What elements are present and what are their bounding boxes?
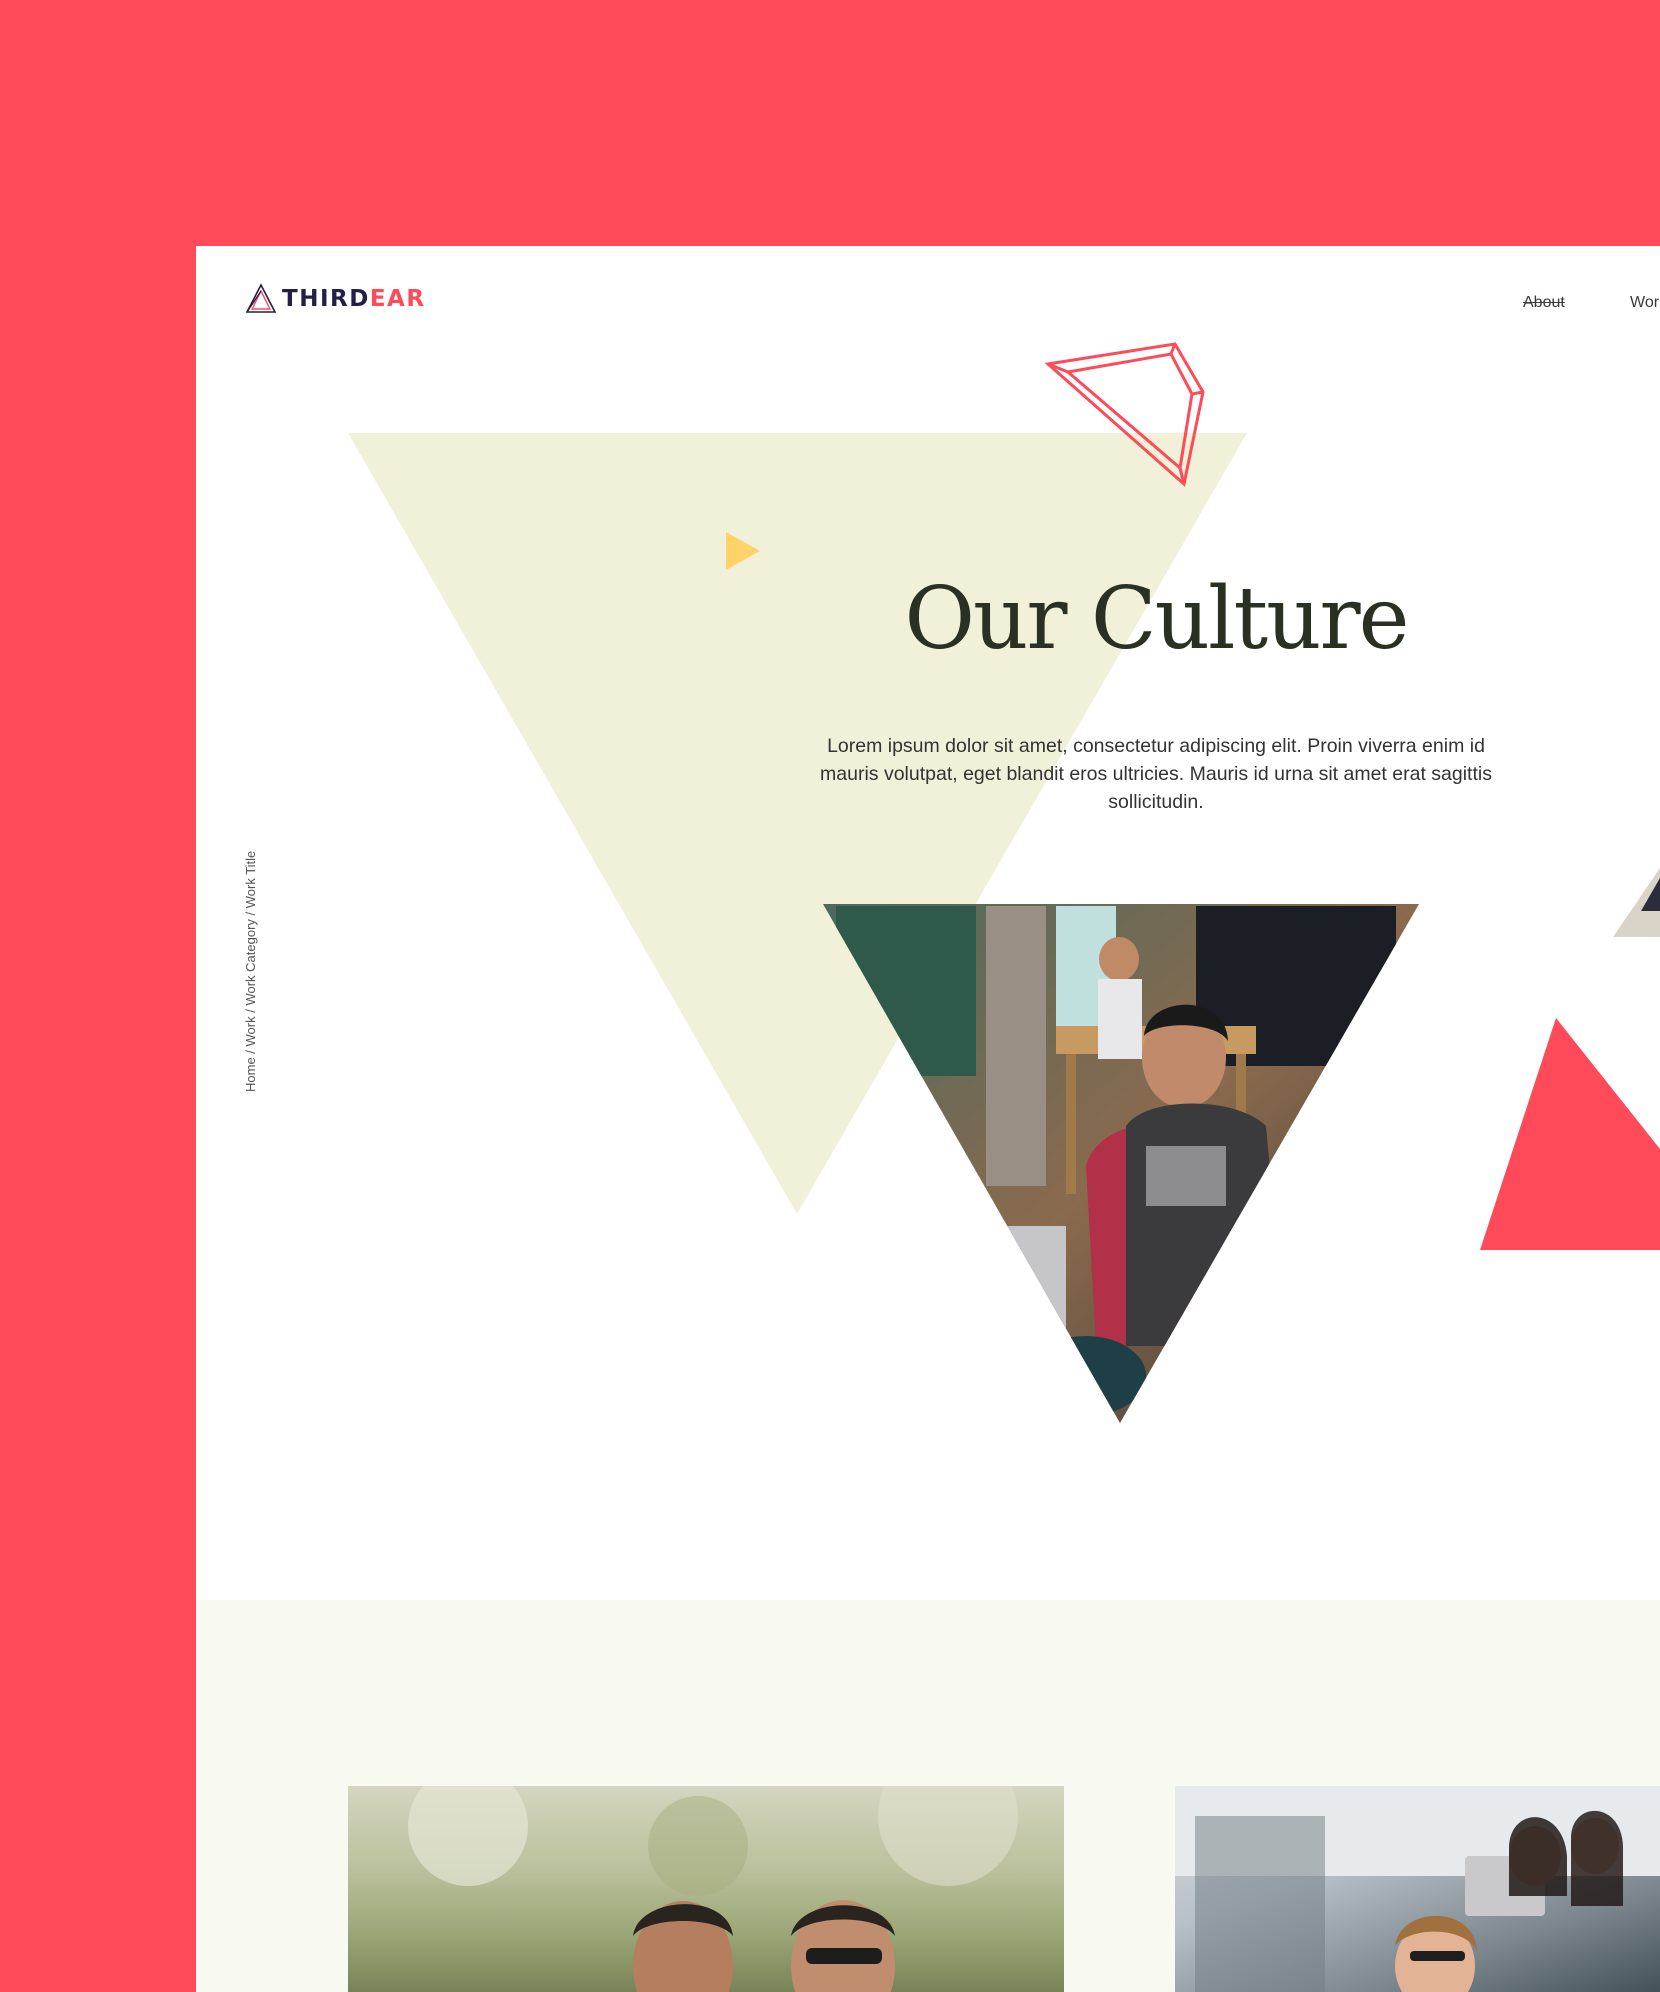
decorative-shapes: [348, 342, 1660, 1423]
culture-photo: [823, 904, 1419, 1423]
page-title: Our Culture: [904, 569, 1410, 669]
team-photo-office: [1175, 1786, 1660, 1992]
coral-triangle: [1480, 1018, 1660, 1250]
hero-description: Lorem ipsum dolor sit amet, consectetur …: [820, 734, 1492, 813]
team-photo-outdoor: [348, 1786, 1064, 1992]
website-page: THIRDEAR About Wor Home / Work / Work Ca…: [196, 246, 1660, 1992]
